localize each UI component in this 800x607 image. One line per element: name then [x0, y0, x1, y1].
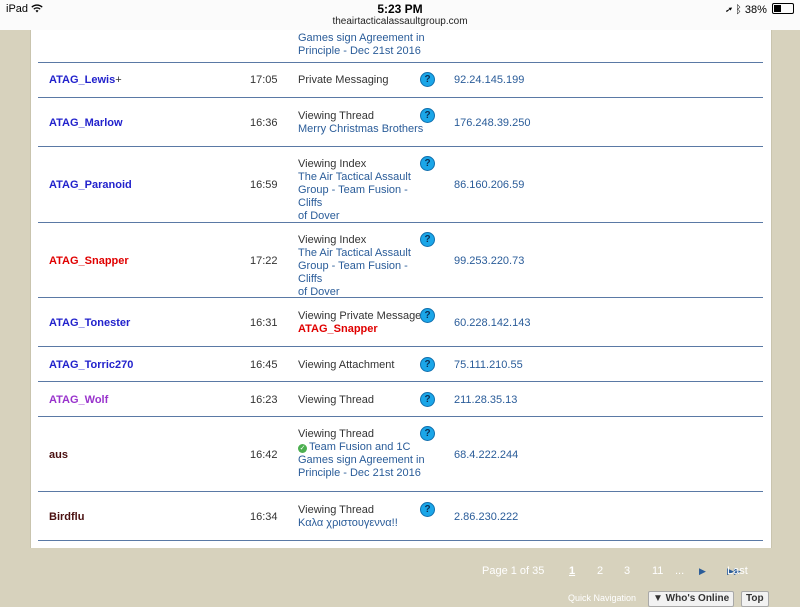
username-link[interactable]: ATAG_Snapper	[49, 255, 129, 267]
activity-label: Viewing Thread	[298, 428, 375, 440]
battery-percent: 38%	[744, 4, 767, 16]
username-link[interactable]: aus	[49, 449, 68, 461]
last-activity-time: 16:34	[250, 511, 278, 523]
username-link[interactable]: ATAG_Torric270	[49, 359, 133, 371]
table-row: ATAG_Paranoid 16:59 Viewing Index The Ai…	[38, 147, 763, 223]
table-row: ATAG_Wolf 16:23 Viewing Thread ? 211.28.…	[38, 382, 763, 417]
username-link[interactable]: ATAG_Wolf	[49, 394, 108, 406]
table-row: ATAG_Snapper 17:22 Viewing Index The Air…	[38, 223, 763, 298]
table-row: Birdflu 16:34 Viewing Thread Καλα χριστο…	[38, 492, 763, 541]
quick-navigation-label[interactable]: Quick Navigation	[568, 593, 636, 603]
location-link[interactable]: The Air Tactical Assault	[298, 171, 433, 184]
last-activity-time: 16:42	[250, 449, 278, 461]
activity-label: Viewing Private Message	[298, 310, 422, 322]
ip-address: 2.86.230.222	[454, 511, 519, 523]
location-link[interactable]: of Dover	[298, 210, 433, 223]
next-page-icon[interactable]: ▶	[699, 566, 706, 577]
help-icon[interactable]: ?	[420, 308, 435, 323]
help-icon[interactable]: ?	[420, 232, 435, 247]
location-link-text: Team Fusion and 1C	[309, 441, 411, 453]
table-row: ATAG_Tonester 16:31 Viewing Private Mess…	[38, 298, 763, 347]
table-row: ATAG_Lewis+ 17:05 Private Messaging ? 92…	[38, 62, 763, 98]
username-link[interactable]: Birdflu	[49, 511, 84, 523]
location-arrow-icon: ➚	[725, 4, 733, 16]
help-icon[interactable]: ?	[420, 72, 435, 87]
last-activity-time: 17:05	[250, 74, 278, 86]
activity-label: Viewing Thread	[298, 394, 375, 406]
activity-label: Viewing Index	[298, 234, 367, 246]
status-right: ➚ ᛒ 38%	[726, 3, 794, 16]
top-button[interactable]: Top	[741, 591, 769, 607]
location-link[interactable]: Principle - Dec 21st 2016	[298, 45, 433, 58]
ip-address: 176.248.39.250	[454, 117, 531, 129]
user-suffix: +	[115, 74, 122, 86]
clock: 5:23 PM	[377, 2, 423, 16]
activity-label: Private Messaging	[298, 74, 389, 86]
help-icon[interactable]: ?	[420, 156, 435, 171]
last-activity-time: 16:45	[250, 359, 278, 371]
page-ellipsis: ...	[675, 565, 685, 577]
check-icon: ✓	[298, 444, 307, 453]
location-link[interactable]: Καλα χριστουγεννα!!	[298, 517, 433, 530]
location-link[interactable]: Group - Team Fusion - Cliffs	[298, 184, 433, 210]
location-link[interactable]: The Air Tactical Assault	[298, 247, 433, 260]
battery-icon	[772, 3, 794, 14]
activity-label: Viewing Index	[298, 158, 367, 170]
last-activity-time: 16:36	[250, 117, 278, 129]
ip-address: 86.160.206.59	[454, 179, 525, 191]
location-link[interactable]: Principle - Dec 21st 2016	[298, 467, 433, 480]
activity-label: Viewing Thread	[298, 110, 375, 122]
last-page-link[interactable]: Last ▶▶	[727, 565, 748, 577]
table-row: aus 16:42 Viewing Thread ✓ Team Fusion an…	[38, 417, 763, 492]
ip-address: 60.228.142.143	[454, 317, 531, 329]
help-icon[interactable]: ?	[420, 426, 435, 441]
page-link-2[interactable]: 2	[597, 565, 603, 577]
username-link[interactable]: ATAG_Marlow	[49, 117, 123, 129]
page-link-current: 1	[569, 565, 576, 577]
username-link[interactable]: ATAG_Paranoid	[49, 179, 132, 191]
pagination: Page 1 of 35 1 2 3 11 ... ▶ Last ▶▶	[0, 565, 800, 579]
whos-online-panel: Games sign Agreement in Principle - Dec …	[30, 30, 772, 548]
table-row: ATAG_Torric270 16:45 Viewing Attachment …	[38, 347, 763, 382]
username-link[interactable]: ATAG_Lewis+	[49, 74, 122, 86]
ip-address: 211.28.35.13	[454, 394, 518, 406]
address-bar[interactable]: theairtacticalassaultgroup.com	[0, 16, 800, 27]
location-user-link[interactable]: ATAG_Snapper	[298, 323, 423, 336]
last-page-label: Last	[727, 565, 748, 577]
last-activity-time: 16:31	[250, 317, 278, 329]
page-count: Page 1 of 35	[482, 565, 545, 577]
location-link[interactable]: ✓ Team Fusion and 1C	[298, 441, 433, 454]
activity-label: Viewing Attachment	[298, 359, 395, 371]
last-activity-time: 16:23	[250, 394, 278, 406]
username-link[interactable]: ATAG_Tonester	[49, 317, 130, 329]
status-bar: iPad 5:23 PM theairtacticalassaultgroup.…	[0, 0, 800, 30]
location-link[interactable]: Merry Christmas Brothers	[298, 123, 433, 136]
help-icon[interactable]: ?	[420, 108, 435, 123]
bluetooth-icon: ᛒ	[735, 4, 742, 16]
last-activity-time: 16:59	[250, 179, 278, 191]
ip-address: 92.24.145.199	[454, 74, 525, 86]
page-link-3[interactable]: 3	[624, 565, 630, 577]
location-link[interactable]: Group - Team Fusion - Cliffs	[298, 260, 433, 286]
activity-label: Viewing Thread	[298, 504, 375, 516]
help-icon[interactable]: ?	[420, 392, 435, 407]
whos-online-button[interactable]: ▼ Who's Online	[648, 591, 735, 607]
table-row: Games sign Agreement in Principle - Dec …	[38, 30, 763, 63]
location-link[interactable]: Games sign Agreement in	[298, 32, 433, 45]
table-row: ATAG_Marlow 16:36 Viewing Thread Merry C…	[38, 98, 763, 147]
last-activity-time: 17:22	[250, 255, 278, 267]
page-link-11[interactable]: 11	[652, 565, 663, 577]
location-link[interactable]: Games sign Agreement in	[298, 454, 433, 467]
ip-address: 68.4.222.244	[454, 449, 519, 461]
ip-address: 99.253.220.73	[454, 255, 525, 267]
help-icon[interactable]: ?	[420, 357, 435, 372]
ip-address: 75.111.210.55	[454, 359, 523, 371]
help-icon[interactable]: ?	[420, 502, 435, 517]
